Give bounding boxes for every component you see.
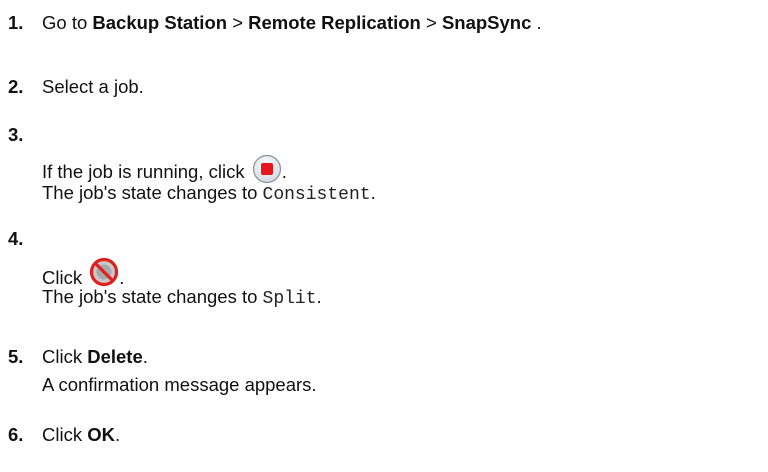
state-value: Split bbox=[262, 289, 317, 309]
step-number: 1. bbox=[8, 12, 24, 33]
step-text: Go to Backup Station > Remote Replicatio… bbox=[42, 12, 542, 33]
step-number: 3. bbox=[8, 124, 24, 145]
step-number: 6. bbox=[8, 424, 24, 445]
step-text: Click Delete. bbox=[42, 346, 148, 367]
menu-snapsync: SnapSync bbox=[441, 12, 532, 33]
step-number: 4. bbox=[8, 228, 24, 249]
step-result: The job's state changes to Consistent. bbox=[42, 182, 376, 205]
menu-backup-station: Backup Station bbox=[92, 12, 228, 33]
state-value: Consistent bbox=[262, 185, 371, 205]
menu-remote-replication: Remote Replication bbox=[248, 12, 421, 33]
step-result: The job's state changes to Split. bbox=[42, 286, 322, 309]
ok-button-label: OK bbox=[87, 424, 115, 445]
step-result: A confirmation message appears. bbox=[42, 374, 317, 395]
step-text: Select a job. bbox=[42, 76, 144, 97]
delete-button-label: Delete bbox=[87, 346, 143, 367]
step-number: 2. bbox=[8, 76, 24, 97]
step-text: Click OK. bbox=[42, 424, 121, 445]
step-number: 5. bbox=[8, 346, 24, 367]
